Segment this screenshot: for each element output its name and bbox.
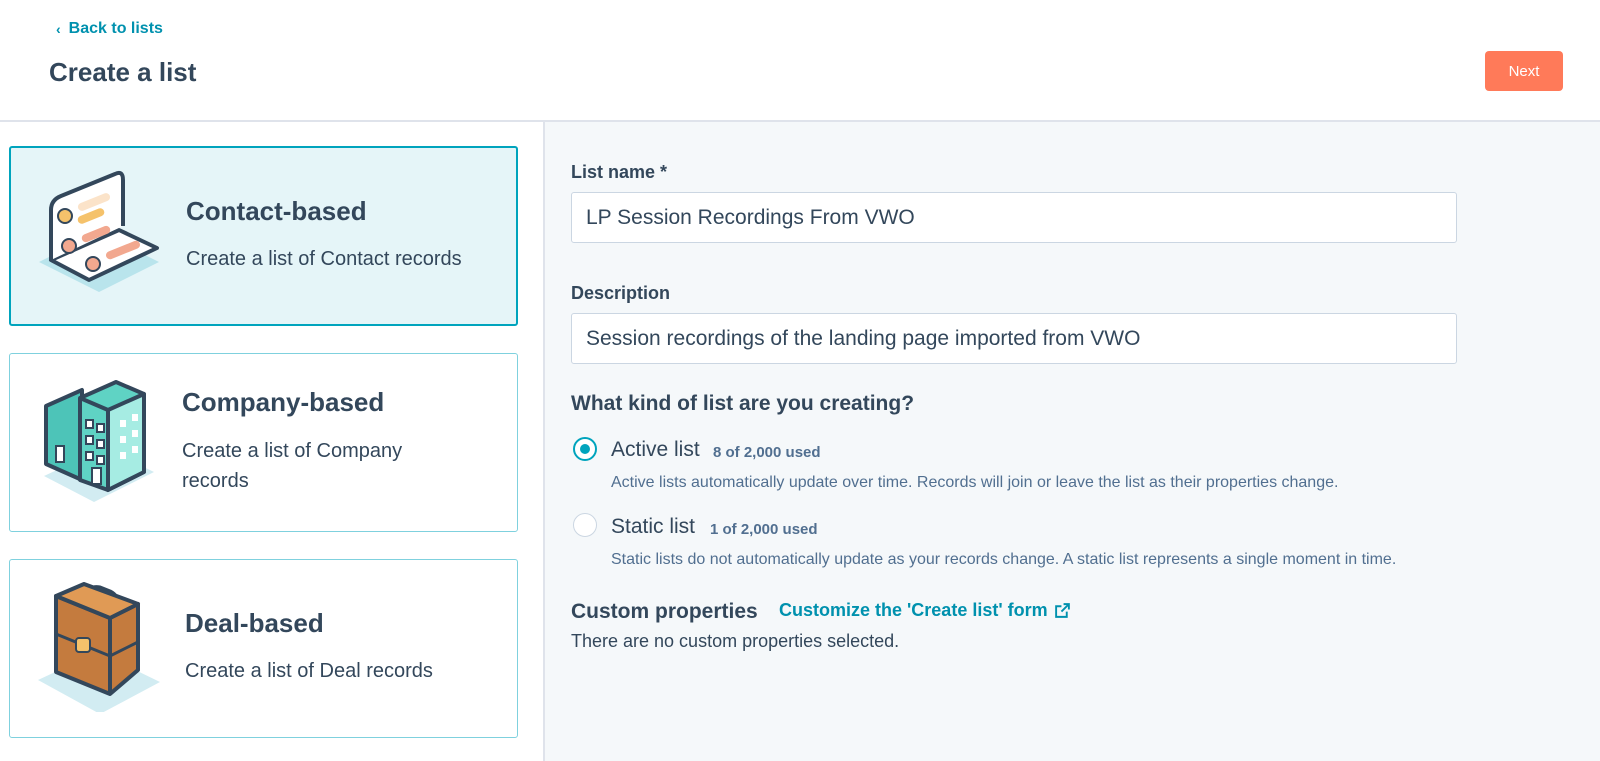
back-to-lists-link[interactable]: ‹ Back to lists: [56, 20, 163, 38]
list-type-panel: Contact-based Create a list of Contact r…: [0, 122, 545, 761]
contact-cards-icon: [39, 170, 159, 292]
chevron-left-icon: ‹: [56, 21, 61, 37]
buildings-icon: [44, 380, 154, 502]
page-header: ‹ Back to lists Create a list Next: [0, 0, 1600, 122]
card-title: Company-based: [182, 387, 385, 417]
static-list-radio[interactable]: [573, 513, 597, 537]
custom-properties-empty: There are no custom properties selected.: [571, 631, 900, 651]
card-contact-based[interactable]: Contact-based Create a list of Contact r…: [9, 146, 518, 326]
card-description-line1: Create a list of Company: [182, 440, 403, 462]
card-description-line2: records: [182, 470, 249, 492]
list-name-input[interactable]: [571, 192, 1457, 243]
next-button[interactable]: Next: [1485, 51, 1563, 91]
external-link-icon: [1054, 603, 1070, 618]
static-list-label[interactable]: Static list: [611, 515, 695, 539]
card-title: Contact-based: [186, 196, 367, 226]
active-list-usage: 8 of 2,000 used: [713, 444, 821, 461]
card-description: Create a list of Contact records: [186, 248, 462, 270]
active-list-radio[interactable]: [573, 437, 597, 461]
static-list-help: Static lists do not automatically update…: [611, 551, 1397, 568]
card-title: Deal-based: [185, 608, 324, 638]
static-list-usage: 1 of 2,000 used: [710, 521, 818, 538]
active-list-label[interactable]: Active list: [611, 438, 700, 462]
active-list-help: Active lists automatically update over t…: [611, 474, 1339, 491]
back-link-label: Back to lists: [68, 20, 163, 37]
list-name-label: List name *: [571, 162, 668, 182]
card-company-based[interactable]: Company-based Create a list of Company r…: [9, 353, 518, 532]
description-label: Description: [571, 283, 671, 303]
list-kind-question: What kind of list are you creating?: [571, 392, 915, 415]
list-details-form: List name * Description What kind of lis…: [545, 122, 1600, 761]
page-title: Create a list: [49, 57, 197, 87]
briefcase-icon: [38, 582, 160, 712]
customize-form-link[interactable]: Customize the 'Create list' form: [779, 600, 1071, 621]
custom-properties-title: Custom properties: [571, 600, 758, 623]
customize-form-link-label: Customize the 'Create list' form: [779, 600, 1048, 620]
description-input[interactable]: [571, 313, 1457, 364]
card-deal-based[interactable]: Deal-based Create a list of Deal records: [9, 559, 518, 738]
card-description: Create a list of Deal records: [185, 660, 433, 682]
